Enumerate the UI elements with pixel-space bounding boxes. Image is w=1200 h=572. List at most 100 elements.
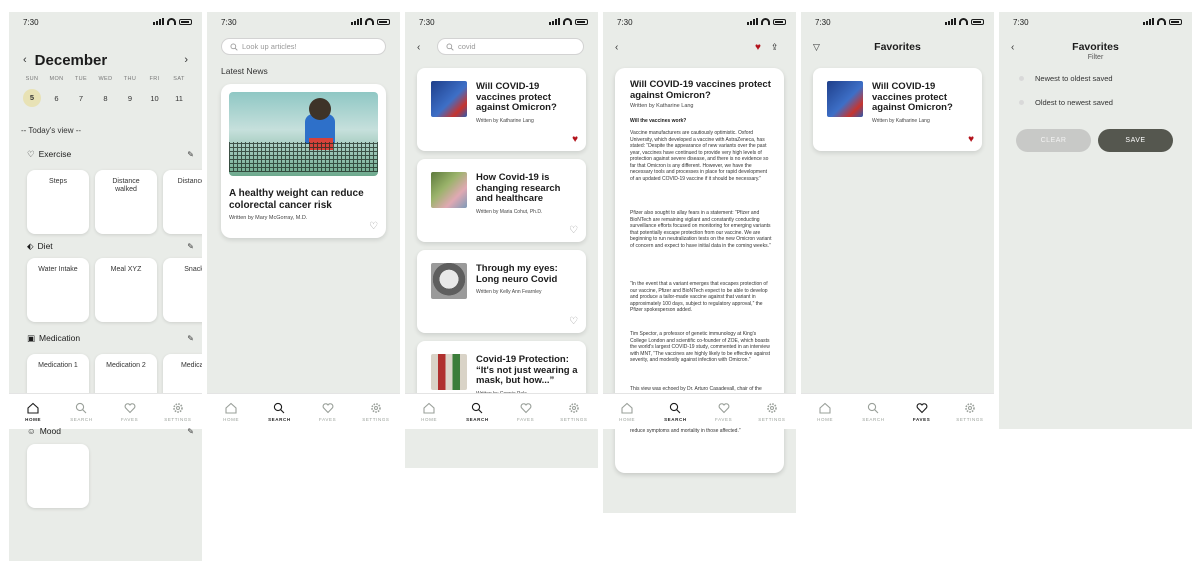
diet-header: ⬖ Diet ✎ (27, 240, 194, 252)
nav-home[interactable]: HOME (211, 402, 251, 422)
sort-option-oldest[interactable]: Oldest to newest saved (1019, 98, 1113, 107)
option-label: Oldest to newest saved (1035, 98, 1113, 107)
edit-icon[interactable]: ✎ (187, 334, 194, 343)
nav-faves[interactable]: FAVES (506, 402, 546, 422)
nav-settings[interactable]: SETTINGS (554, 402, 594, 422)
result-card[interactable]: How Covid-19 is changing research and he… (417, 159, 586, 242)
nav-home[interactable]: HOME (805, 402, 845, 422)
heart-filled-icon[interactable]: ♥ (968, 134, 974, 145)
selected-date: 5 (23, 89, 41, 107)
article-thumbnail (431, 172, 467, 208)
day-date: 7 (78, 94, 84, 103)
edit-icon[interactable]: ✎ (187, 150, 194, 159)
nav-home[interactable]: HOME (607, 402, 647, 422)
battery-icon (773, 18, 786, 25)
heart-icon (916, 402, 928, 413)
day-date: 10 (150, 94, 159, 103)
save-button[interactable]: SAVE (1098, 129, 1173, 152)
heart-pulse-icon: ♡ (27, 148, 35, 159)
day-date: 6 (54, 94, 59, 103)
nav-home[interactable]: HOME (13, 402, 53, 422)
favorite-card[interactable]: Will COVID-19 vaccines protect against O… (813, 68, 982, 151)
day-date: 8 (103, 94, 108, 103)
latest-news-heading: Latest News (221, 66, 268, 76)
medication-header: ▣ Medication ✎ (27, 332, 194, 344)
exercise-card-distance-walked[interactable]: Distance walked (95, 170, 157, 234)
nav-faves[interactable]: FAVES (110, 402, 150, 422)
diet-card-water[interactable]: Water Intake (27, 258, 89, 322)
day-fri[interactable]: FRI 10 (144, 76, 166, 107)
nav-settings[interactable]: SETTINGS (752, 402, 792, 422)
battery-icon (1169, 18, 1182, 25)
nav-settings[interactable]: SETTINGS (950, 402, 990, 422)
status-bar: 7:30 (603, 12, 796, 34)
diet-card-snack[interactable]: Snack (163, 258, 202, 322)
nav-search[interactable]: SEARCH (457, 402, 497, 422)
day-sat[interactable]: SAT 11 (168, 76, 190, 107)
article-title: Will COVID-19 vaccines protect against O… (872, 81, 953, 114)
nav-settings[interactable]: SETTINGS (356, 402, 396, 422)
nav-label: SETTINGS (164, 416, 192, 422)
battery-icon (971, 18, 984, 25)
result-card[interactable]: Will COVID-19 vaccines protect against O… (417, 68, 586, 151)
result-card[interactable]: Through my eyes: Long neuro Covid Writte… (417, 250, 586, 333)
search-input[interactable]: covid (437, 38, 584, 55)
search-input[interactable]: Look up articles! (221, 38, 386, 55)
nav-search[interactable]: SEARCH (61, 402, 101, 422)
back-icon[interactable]: ‹ (417, 42, 420, 53)
nav-settings[interactable]: SETTINGS (158, 402, 198, 422)
exercise-card-distance[interactable]: Distance c (163, 170, 202, 234)
radio-icon (1019, 76, 1024, 81)
gear-icon (965, 402, 975, 413)
diet-card-meal[interactable]: Meal XYZ (95, 258, 157, 322)
wifi-icon (761, 18, 770, 25)
heart-filled-icon[interactable]: ♥ (572, 134, 578, 145)
mood-cards (27, 444, 89, 508)
gear-icon (767, 402, 777, 413)
sort-option-newest[interactable]: Newest to oldest saved (1019, 74, 1113, 83)
back-icon[interactable]: ‹ (615, 42, 618, 53)
nav-faves[interactable]: FAVES (902, 402, 942, 422)
nav-label: SEARCH (466, 416, 489, 422)
article-author: Written by Kelly Ann Fearnley (476, 289, 542, 295)
heart-outline-icon[interactable]: ♡ (569, 225, 578, 236)
exercise-title: Exercise (38, 149, 72, 159)
nav-label: SETTINGS (560, 416, 588, 422)
article-paragraph: Vaccine manufacturers are cautiously opt… (630, 130, 769, 182)
featured-article-card[interactable]: A healthy weight can reduce colorectal c… (221, 84, 386, 238)
bottom-nav: HOME SEARCH FAVES SETTINGS (9, 393, 202, 429)
heart-outline-icon[interactable]: ♡ (369, 221, 378, 232)
day-sun[interactable]: SUN 5 (21, 76, 43, 107)
mood-card[interactable] (27, 444, 89, 508)
nav-label: HOME (421, 416, 438, 422)
nav-label: SEARCH (862, 416, 885, 422)
day-mon[interactable]: MON 6 (46, 76, 68, 107)
nav-label: SETTINGS (956, 416, 984, 422)
tennis-player-image (229, 92, 378, 176)
nav-search[interactable]: SEARCH (853, 402, 893, 422)
day-wed[interactable]: WED 8 (95, 76, 117, 107)
chevron-right-icon[interactable]: › (184, 54, 188, 66)
chevron-left-icon[interactable]: ‹ (23, 54, 27, 66)
edit-icon[interactable]: ✎ (187, 242, 194, 251)
nav-search[interactable]: SEARCH (655, 402, 695, 422)
nav-faves[interactable]: FAVES (308, 402, 348, 422)
page-title: Favorites (1072, 41, 1119, 53)
nav-home[interactable]: HOME (409, 402, 449, 422)
share-icon[interactable]: ⇪ (771, 42, 779, 53)
wifi-icon (959, 18, 968, 25)
status-bar: 7:30 (405, 12, 598, 34)
nav-label: SETTINGS (758, 416, 786, 422)
day-thu[interactable]: THU 9 (119, 76, 141, 107)
heart-outline-icon[interactable]: ♡ (569, 316, 578, 327)
edit-icon[interactable]: ✎ (187, 427, 194, 436)
nav-faves[interactable]: FAVES (704, 402, 744, 422)
signal-icon (351, 18, 362, 25)
day-tue[interactable]: TUE 7 (70, 76, 92, 107)
battery-icon (575, 18, 588, 25)
exercise-card-steps[interactable]: Steps (27, 170, 89, 234)
heart-filled-icon[interactable]: ♥ (755, 42, 761, 53)
nav-search[interactable]: SEARCH (259, 402, 299, 422)
clear-button[interactable]: CLEAR (1016, 129, 1091, 152)
todays-view-label: -- Today's view -- (21, 126, 82, 135)
